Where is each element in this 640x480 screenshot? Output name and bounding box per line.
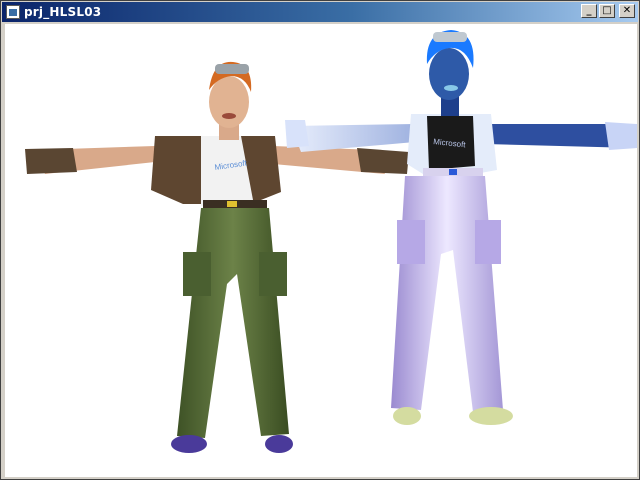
minimize-glyph: _ bbox=[586, 5, 592, 16]
scene-canvas: Microsoft Microsoft bbox=[25, 30, 637, 453]
close-icon[interactable]: ✕ bbox=[619, 4, 635, 18]
pants bbox=[391, 176, 503, 412]
pants bbox=[177, 208, 289, 438]
mouth bbox=[444, 85, 458, 91]
cargo-pocket-right bbox=[475, 220, 501, 264]
goggles bbox=[433, 32, 467, 42]
maximize-glyph: □ bbox=[602, 5, 612, 16]
goggles bbox=[215, 64, 249, 74]
right-glove bbox=[357, 148, 409, 174]
left-shoe bbox=[393, 407, 421, 425]
title-bar[interactable]: prj_HLSL03 _ □ ✕ bbox=[2, 2, 638, 22]
cargo-pocket-right bbox=[259, 252, 287, 296]
mouth bbox=[222, 113, 236, 119]
left-shoe bbox=[171, 435, 207, 453]
head bbox=[209, 76, 249, 128]
window-controls: _ □ ✕ bbox=[581, 4, 635, 18]
right-shoe bbox=[265, 435, 293, 453]
textured-character: Microsoft bbox=[25, 61, 409, 453]
belt-buckle bbox=[227, 201, 237, 207]
left-glove bbox=[25, 148, 77, 174]
cargo-pocket-left bbox=[397, 220, 425, 264]
maximize-icon[interactable]: □ bbox=[599, 4, 615, 18]
app-window-icon[interactable] bbox=[6, 5, 20, 19]
head bbox=[429, 48, 469, 100]
shaded-character: Microsoft bbox=[285, 30, 637, 425]
left-arm bbox=[291, 124, 415, 152]
close-glyph: ✕ bbox=[622, 5, 632, 16]
render-viewport[interactable]: Microsoft Microsoft bbox=[5, 24, 637, 477]
cargo-pocket-left bbox=[183, 252, 211, 296]
belt-buckle bbox=[449, 169, 457, 175]
application-window: prj_HLSL03 _ □ ✕ Microsoft Microsoft bbox=[0, 0, 640, 480]
right-shoe bbox=[469, 407, 513, 425]
left-hand bbox=[285, 120, 309, 148]
window-title: prj_HLSL03 bbox=[24, 5, 102, 19]
minimize-icon[interactable]: _ bbox=[581, 4, 597, 18]
right-hand bbox=[605, 122, 637, 150]
